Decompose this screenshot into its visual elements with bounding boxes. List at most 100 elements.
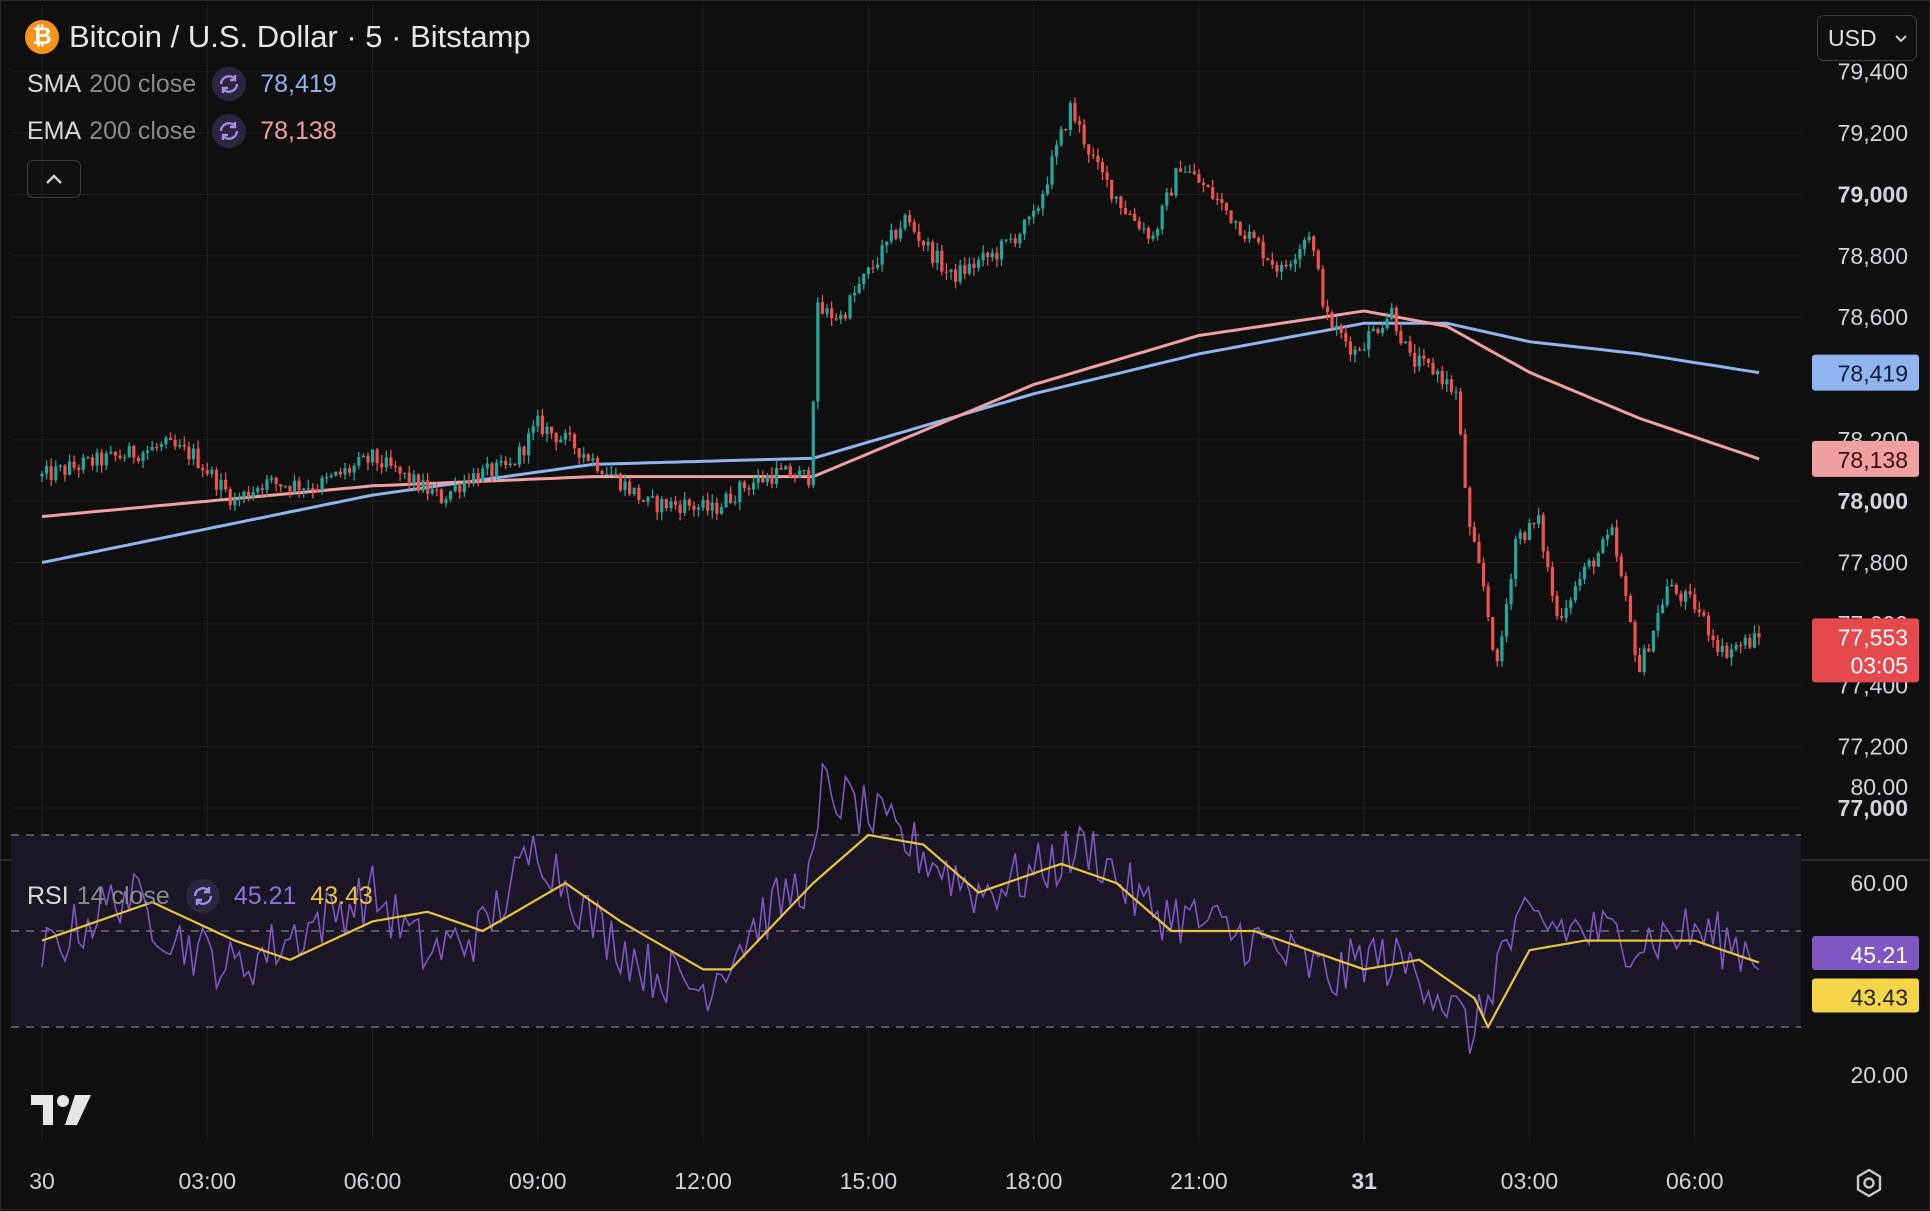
rsi-legend[interactable]: RSI 14 close 45.21 43.43 [27, 879, 373, 913]
candle-body [1706, 615, 1711, 636]
candle-body [1178, 168, 1183, 172]
candle-body [269, 477, 274, 480]
candle-body [338, 471, 343, 475]
ema-legend[interactable]: EMA 200 close 78,138 [27, 114, 337, 148]
candle-body [1160, 205, 1164, 230]
time-axis[interactable]: 30 03:00 06:00 09:00 12:00 15:00 18:00 21:00 31 0… [29, 1168, 1723, 1194]
candle-body [448, 491, 453, 500]
last-price-label: 03:05 [1850, 652, 1908, 678]
rsi-axis[interactable]: 80.00 60.00 20.00 [1850, 774, 1908, 1088]
candle-body [1371, 328, 1375, 332]
candle-body [862, 273, 866, 284]
candle-body [1256, 237, 1261, 242]
candle-body [1096, 155, 1100, 163]
candle-body [109, 451, 113, 454]
candle-body [1440, 371, 1444, 385]
candle-body [214, 470, 219, 490]
price-tick-label: 79,400 [1838, 59, 1908, 85]
candle-body [118, 455, 122, 459]
tradingview-logo[interactable] [31, 1093, 95, 1132]
candle-body [421, 480, 425, 491]
candle-body [1537, 515, 1541, 524]
candle-body [1711, 635, 1715, 640]
candle-body [908, 215, 912, 223]
candle-body [738, 482, 742, 502]
candle-body [44, 466, 49, 474]
candle-body [164, 437, 168, 444]
candle-body [926, 242, 930, 246]
time-tick-label: 06:00 [344, 1168, 402, 1194]
candle-body [1220, 199, 1224, 203]
candle-body [517, 446, 522, 465]
candle-body [1532, 522, 1536, 525]
symbol-title[interactable]: ₿ Bitcoin / U.S. Dollar · 5 · Bitstamp [25, 19, 531, 55]
candle-body [715, 502, 719, 514]
time-tick-label: 06:00 [1666, 1168, 1724, 1194]
candle-body [1596, 553, 1600, 567]
sma-legend[interactable]: SMA 200 close 78,419 [27, 67, 337, 101]
candle-body [242, 491, 246, 499]
candle-body [687, 499, 691, 506]
price-tick-label: 78,000 [1838, 488, 1908, 514]
candle-body [614, 473, 618, 475]
candle-body [683, 499, 687, 513]
currency-select[interactable]: USD [1817, 15, 1917, 61]
candle-body [1146, 228, 1151, 239]
price-tick-label: 78,800 [1838, 243, 1908, 269]
candle-body [1739, 645, 1743, 647]
cycle-icon[interactable] [185, 879, 220, 913]
price-tick-label: 78,600 [1838, 304, 1908, 330]
candle-body [1569, 600, 1573, 608]
candle-body [990, 252, 994, 258]
candle-body [609, 473, 613, 476]
candle-body [1316, 250, 1320, 270]
candle-body [1472, 527, 1476, 542]
candle-body [435, 489, 439, 491]
chart-svg[interactable]: 79,40079,20079,00078,80078,60078,20078,0… [1, 1, 1930, 1211]
candle-body [494, 462, 499, 477]
candle-body [1270, 260, 1274, 265]
candles [40, 97, 1761, 676]
sma-name: SMA [27, 69, 82, 98]
candle-body [366, 455, 370, 463]
candle-body [1628, 595, 1633, 622]
candle-body [329, 475, 333, 478]
candle-body [1165, 192, 1169, 206]
candle-body [302, 488, 306, 491]
candle-body [540, 415, 545, 434]
candle-body [1137, 220, 1141, 229]
candle-body [1509, 579, 1513, 605]
candle-body [1679, 593, 1683, 602]
candle-body [412, 474, 416, 484]
price-axis[interactable]: 79,40079,20079,00078,80078,60078,20078,0… [1838, 59, 1908, 821]
candle-body [462, 480, 466, 493]
candle-body [1587, 560, 1591, 567]
candle-body [389, 457, 393, 467]
cycle-icon[interactable] [212, 114, 247, 148]
candle-body [660, 499, 664, 513]
candle-body [49, 466, 53, 480]
chevron-down-icon [1895, 35, 1907, 43]
collapse-legend-button[interactable] [27, 160, 81, 198]
candle-body [1523, 532, 1527, 541]
candle-body [311, 487, 315, 491]
candle-body [572, 434, 577, 449]
candle-body [1321, 269, 1325, 307]
candle-body [256, 488, 260, 493]
candle-body [1743, 637, 1747, 646]
candle-body [1206, 185, 1210, 188]
candle-body [1477, 541, 1481, 563]
candle-body [1491, 617, 1495, 650]
settings-button[interactable] [1853, 1167, 1885, 1204]
candle-body [903, 215, 907, 229]
sma-axis-label: 78,419 [1838, 361, 1908, 387]
candle-body [1500, 636, 1504, 662]
candle-body [1087, 144, 1091, 155]
time-tick-label: 09:00 [509, 1168, 567, 1194]
candle-body [641, 500, 646, 502]
sma-params: 200 close [89, 69, 197, 98]
candle-body [81, 457, 85, 470]
candle-body [710, 502, 714, 511]
candle-body [86, 457, 90, 459]
cycle-icon[interactable] [212, 67, 247, 101]
